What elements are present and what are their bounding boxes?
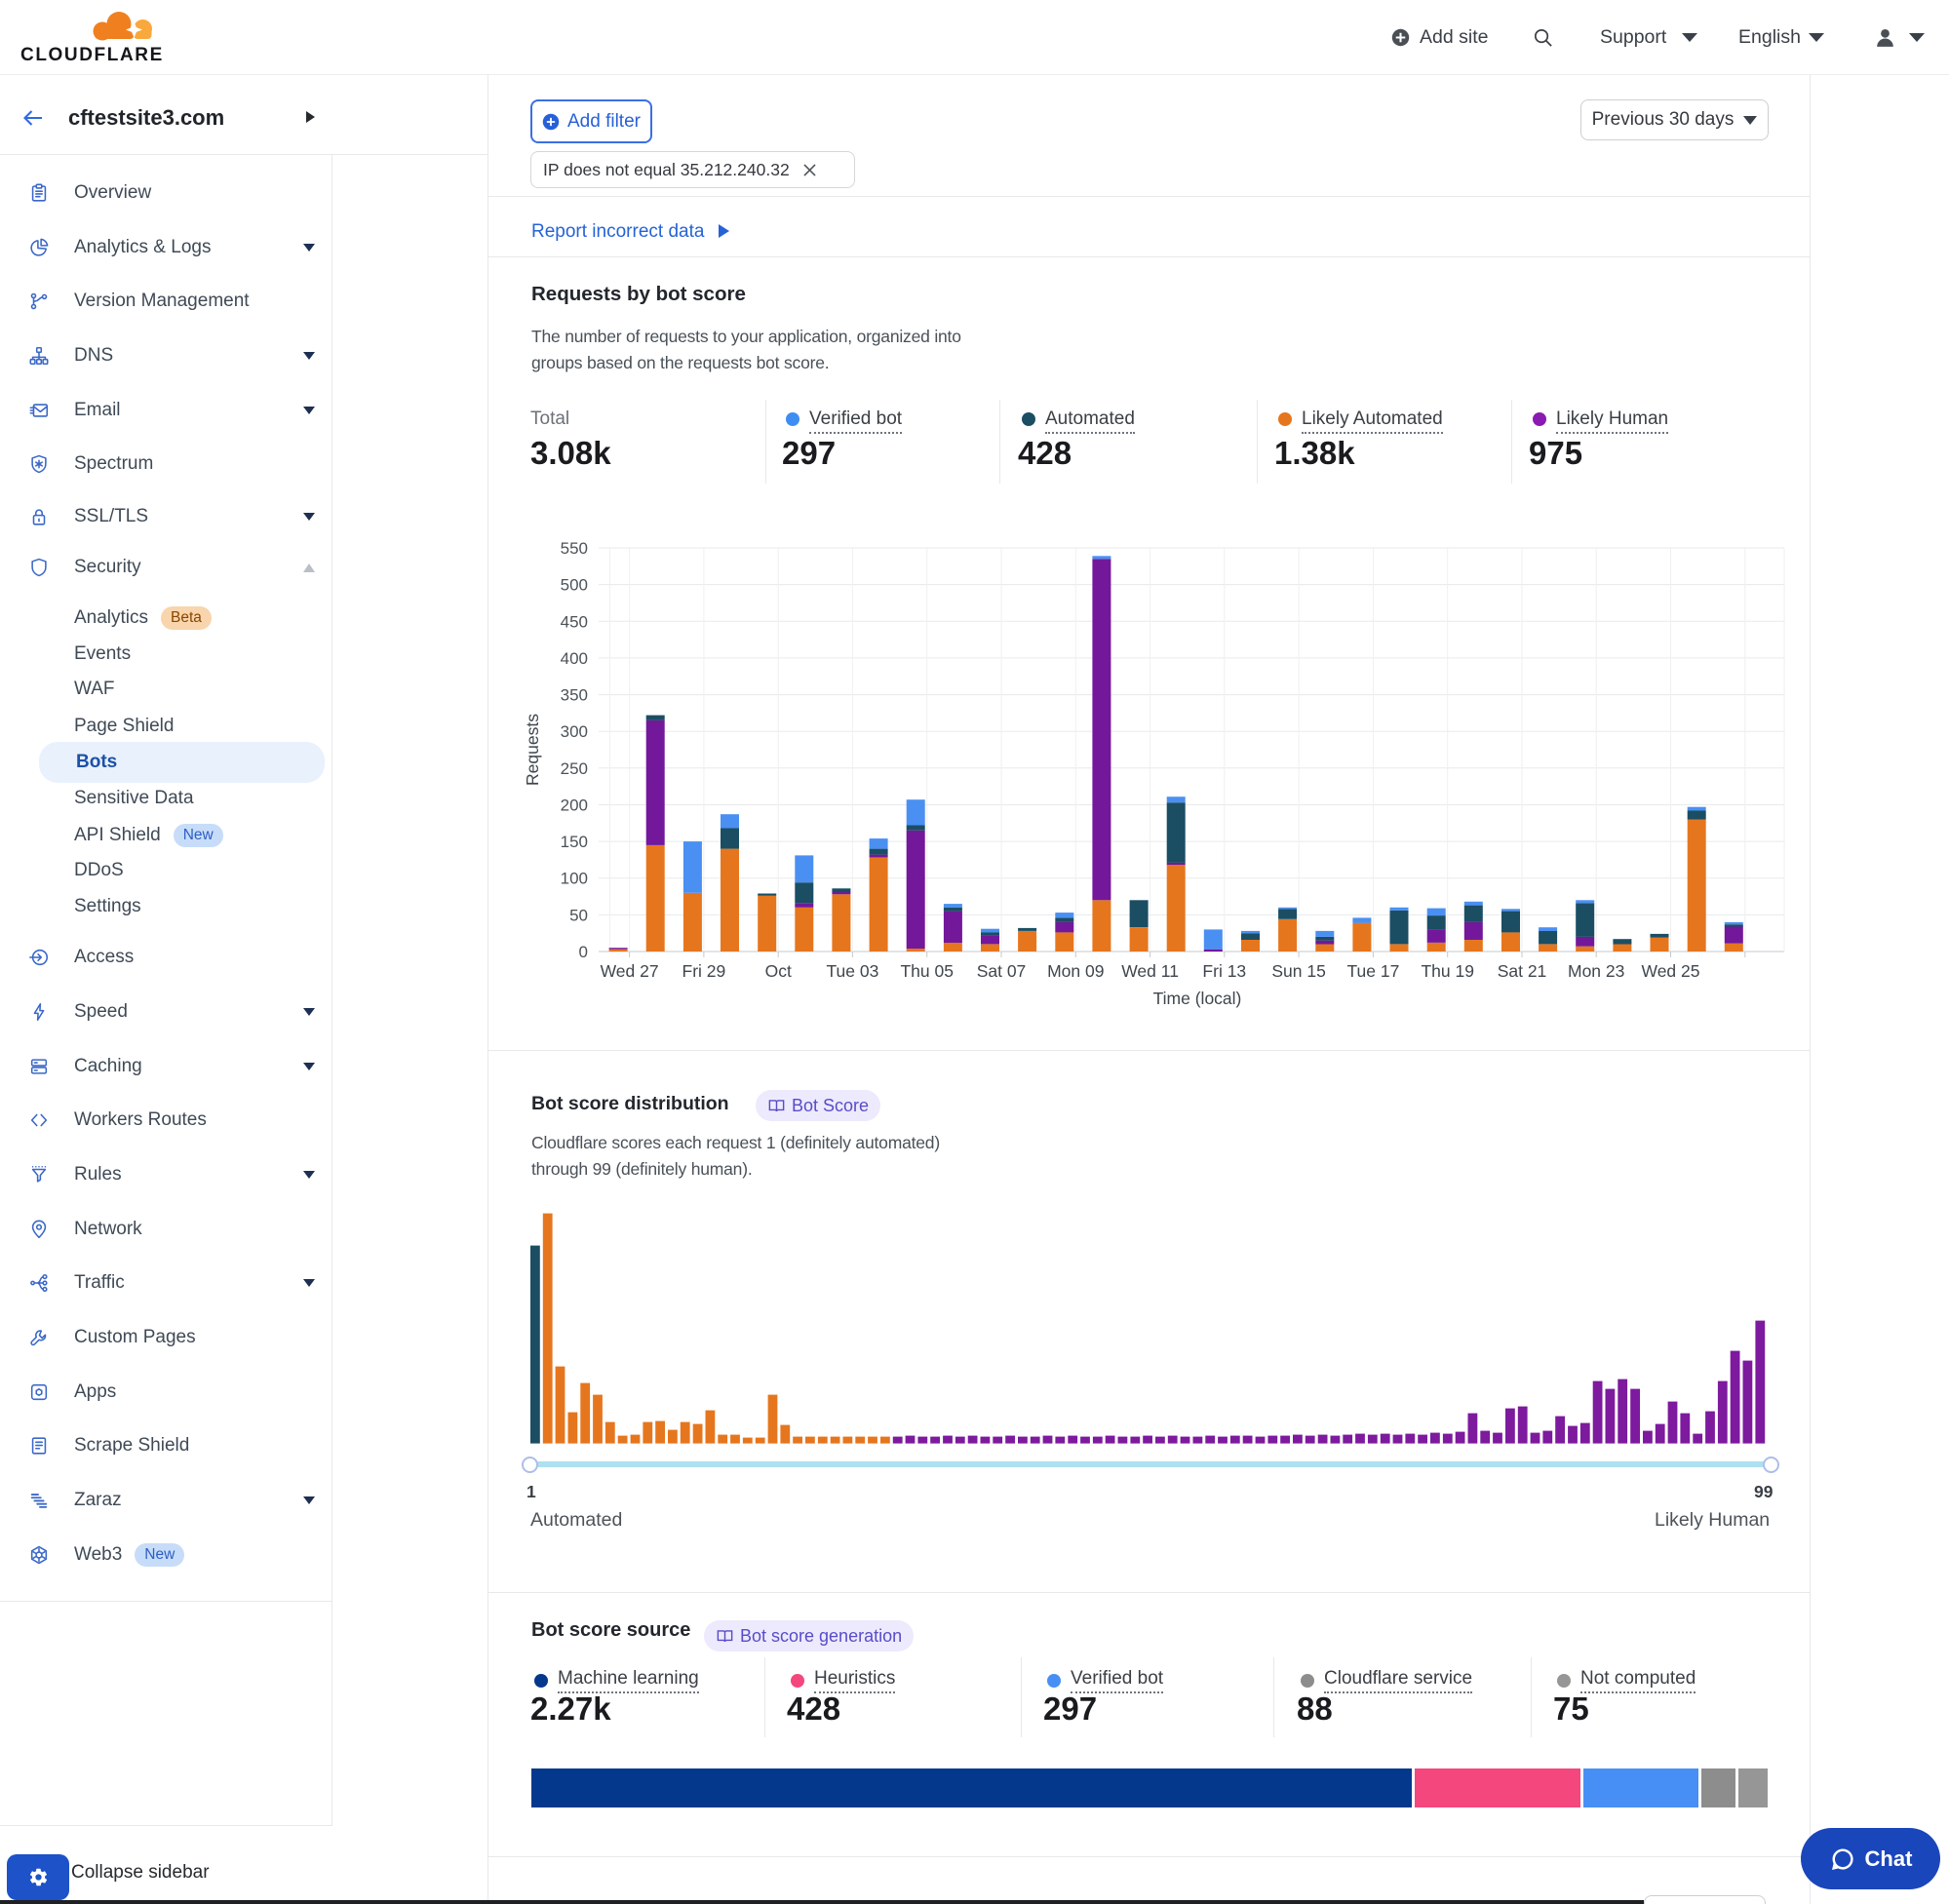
svg-text:400: 400 (561, 649, 588, 668)
svg-text:Wed 25: Wed 25 (1642, 961, 1700, 981)
svg-text:Tue 03: Tue 03 (826, 961, 878, 981)
svg-text:350: 350 (561, 686, 588, 705)
svg-text:Thu 19: Thu 19 (1421, 961, 1473, 981)
svg-text:Requests: Requests (523, 714, 542, 786)
svg-text:Tue 17: Tue 17 (1346, 961, 1399, 981)
svg-text:Sat 21: Sat 21 (1498, 961, 1547, 981)
svg-text:500: 500 (561, 576, 588, 595)
svg-text:300: 300 (561, 722, 588, 741)
svg-text:Thu 05: Thu 05 (900, 961, 953, 981)
svg-text:Fri 13: Fri 13 (1202, 961, 1246, 981)
svg-text:550: 550 (561, 539, 588, 558)
svg-text:Fri 29: Fri 29 (682, 961, 726, 981)
svg-text:Wed 11: Wed 11 (1121, 961, 1179, 981)
svg-text:0: 0 (579, 943, 588, 961)
svg-text:200: 200 (561, 797, 588, 815)
svg-text:Time (local): Time (local) (1153, 989, 1242, 1008)
svg-text:Wed 27: Wed 27 (601, 961, 659, 981)
svg-text:Sat 07: Sat 07 (977, 961, 1027, 981)
svg-text:450: 450 (561, 612, 588, 631)
svg-text:50: 50 (569, 906, 588, 924)
svg-text:Sun 15: Sun 15 (1271, 961, 1325, 981)
svg-text:Mon 09: Mon 09 (1047, 961, 1104, 981)
svg-text:100: 100 (561, 870, 588, 888)
svg-text:150: 150 (561, 833, 588, 851)
svg-text:Mon 23: Mon 23 (1568, 961, 1624, 981)
svg-text:250: 250 (561, 759, 588, 778)
svg-text:Oct: Oct (765, 961, 792, 981)
